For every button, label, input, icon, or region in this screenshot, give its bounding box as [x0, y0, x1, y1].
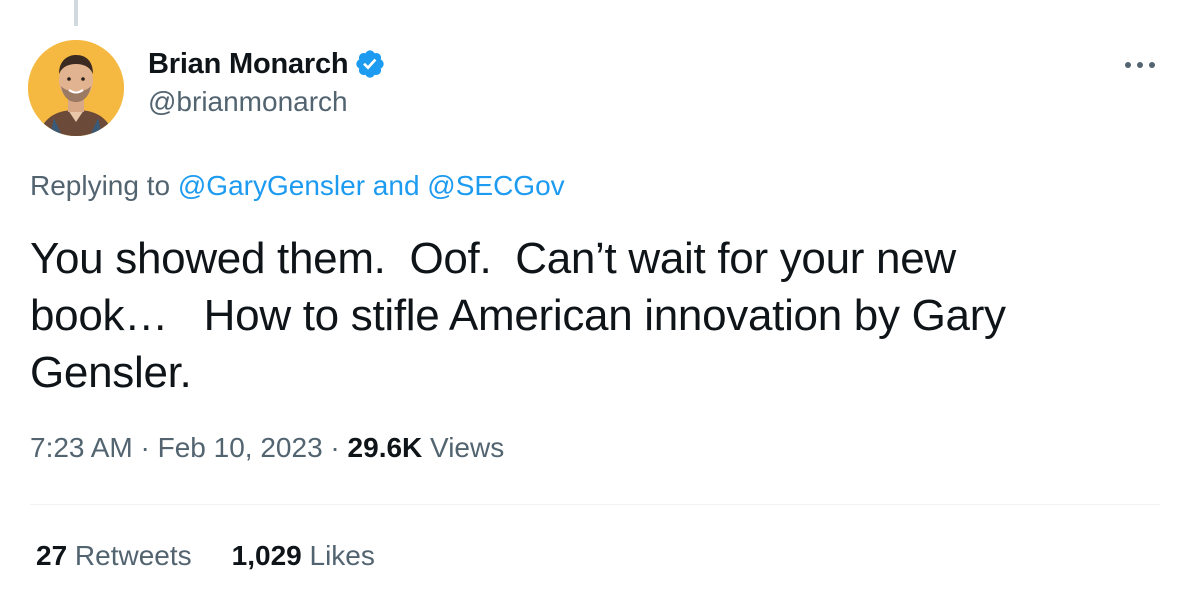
author-block: Brian Monarch @brianmonarch: [148, 44, 386, 118]
views-label[interactable]: Views: [422, 432, 504, 463]
thread-connector-line: [74, 0, 78, 26]
more-options-button[interactable]: [1120, 50, 1160, 80]
likes-count[interactable]: 1,029: [232, 540, 302, 571]
retweets-stat[interactable]: 27 Retweets: [36, 540, 192, 572]
tweet-text: You showed them. Oof. Can’t wait for you…: [30, 234, 1006, 397]
retweets-label[interactable]: Retweets: [67, 540, 192, 571]
replying-to-joiner[interactable]: and: [365, 170, 427, 201]
meta-separator: ·: [322, 432, 348, 463]
more-icon: [1125, 62, 1155, 68]
views-count[interactable]: 29.6K: [348, 432, 423, 463]
replying-to-prefix: Replying to: [30, 170, 178, 201]
retweets-count[interactable]: 27: [36, 540, 67, 571]
divider: [30, 504, 1160, 505]
tweet-meta: 7:23 AM · Feb 10, 2023 · 29.6K Views: [30, 432, 504, 464]
tweet-card: Brian Monarch @brianmonarch Replying to …: [0, 0, 1196, 598]
replying-to: Replying to @GaryGensler and @SECGov: [30, 170, 565, 202]
meta-separator: ·: [132, 432, 158, 463]
author-name-row: Brian Monarch: [148, 44, 386, 84]
engagement-stats: 27 Retweets 1,029 Likes: [36, 540, 375, 572]
tweet-time[interactable]: 7:23 AM: [30, 432, 133, 463]
likes-stat[interactable]: 1,029 Likes: [232, 540, 375, 572]
author-handle[interactable]: @brianmonarch: [148, 86, 386, 118]
mention-link-secgov[interactable]: @SECGov: [427, 170, 564, 201]
likes-label[interactable]: Likes: [302, 540, 375, 571]
author-display-name[interactable]: Brian Monarch: [148, 48, 349, 81]
mention-link-garygensler[interactable]: @GaryGensler: [178, 170, 365, 201]
verified-badge-icon[interactable]: [354, 48, 386, 80]
tweet-date[interactable]: Feb 10, 2023: [158, 432, 323, 463]
avatar[interactable]: [28, 40, 124, 136]
